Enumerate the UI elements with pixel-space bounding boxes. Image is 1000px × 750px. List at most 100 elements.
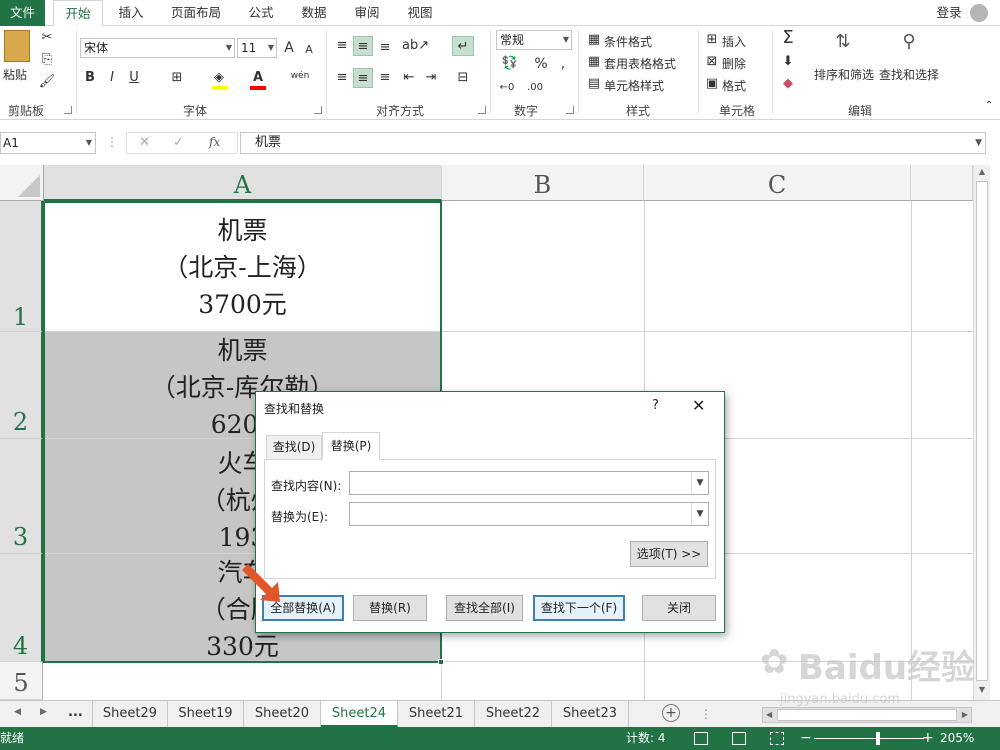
borders-icon[interactable]: ⊞: [168, 68, 186, 88]
align-left-icon[interactable]: ≡: [333, 68, 351, 88]
chevron-down-icon[interactable]: ▼: [691, 503, 708, 525]
find-next-button[interactable]: 查找下一个(F): [533, 595, 625, 621]
row-header-5[interactable]: 5: [0, 662, 43, 700]
sheet-tab[interactable]: Sheet21: [398, 701, 475, 727]
underline-button[interactable]: U: [126, 68, 142, 88]
align-middle-icon[interactable]: ≡: [353, 36, 373, 56]
decrease-indent-icon[interactable]: ⇤: [400, 68, 418, 88]
scroll-thumb[interactable]: [976, 181, 988, 681]
close-icon[interactable]: ✕: [692, 396, 705, 415]
number-format-combo[interactable]: 常规 ▼: [496, 30, 572, 50]
tab-page-layout[interactable]: 页面布局: [165, 0, 227, 26]
clear-icon[interactable]: ◆: [778, 74, 798, 94]
shrink-font-icon[interactable]: A: [302, 40, 316, 60]
sheet-tab[interactable]: Sheet29: [92, 701, 168, 727]
wrap-text-icon[interactable]: ↵: [452, 36, 474, 56]
collapse-ribbon-icon[interactable]: ⌃: [982, 96, 996, 116]
sheet-tab-active[interactable]: Sheet24: [321, 701, 398, 727]
font-name-combo[interactable]: 宋体 ▼: [80, 38, 235, 58]
tab-split-grip-icon[interactable]: ⋮: [700, 707, 712, 721]
alignment-launcher-icon[interactable]: [478, 106, 486, 114]
tab-review[interactable]: 审阅: [346, 0, 388, 26]
tab-formulas[interactable]: 公式: [240, 0, 282, 26]
fill-handle[interactable]: [438, 659, 444, 665]
zoom-level[interactable]: 205%: [940, 727, 974, 750]
insert-cells-button[interactable]: 插入: [722, 33, 746, 50]
tab-home[interactable]: 开始: [53, 0, 103, 27]
find-what-input[interactable]: ▼: [349, 471, 709, 495]
tab-replace[interactable]: 替换(P): [322, 432, 380, 460]
accounting-format-icon[interactable]: 💱: [496, 54, 524, 74]
options-button[interactable]: 选项(T) >>: [630, 541, 708, 567]
login-link[interactable]: 登录: [930, 0, 968, 26]
copy-icon[interactable]: ⎘: [38, 50, 56, 70]
row-header-2[interactable]: 2: [0, 332, 43, 439]
tab-insert[interactable]: 插入: [110, 0, 152, 26]
sheet-more-button[interactable]: ...: [68, 705, 83, 720]
insert-cells-icon[interactable]: ⊞: [704, 30, 720, 50]
select-all-corner[interactable]: [0, 165, 44, 201]
number-launcher-icon[interactable]: [566, 106, 574, 114]
align-top-icon[interactable]: ≡: [333, 36, 351, 56]
sheet-prev-icon[interactable]: ◀: [14, 707, 21, 717]
bold-button[interactable]: B: [82, 68, 98, 88]
insert-function-icon[interactable]: fx: [209, 135, 220, 149]
increase-indent-icon[interactable]: ⇥: [422, 68, 440, 88]
align-center-icon[interactable]: ≡: [353, 68, 373, 88]
column-header-a[interactable]: A: [44, 165, 442, 201]
font-launcher-icon[interactable]: [314, 106, 322, 114]
sheet-next-icon[interactable]: ▶: [40, 707, 47, 717]
cut-icon[interactable]: ✂: [38, 28, 56, 48]
cell-styles-button[interactable]: 单元格样式: [604, 77, 664, 94]
row-header-3[interactable]: 3: [0, 439, 43, 554]
page-break-view-icon[interactable]: [770, 732, 784, 745]
replace-button[interactable]: 替换(R): [353, 595, 427, 621]
zoom-in-icon[interactable]: +: [922, 727, 934, 750]
zoom-out-icon[interactable]: −: [800, 727, 812, 750]
column-header-b[interactable]: B: [442, 165, 644, 201]
chevron-down-icon[interactable]: ▼: [691, 472, 708, 494]
format-as-table-icon[interactable]: ▦: [586, 52, 602, 72]
column-header-d[interactable]: [911, 165, 973, 201]
column-header-c[interactable]: C: [644, 165, 911, 201]
align-right-icon[interactable]: ≡: [376, 68, 394, 88]
italic-button[interactable]: I: [104, 68, 120, 88]
format-painter-icon[interactable]: 🖌: [38, 72, 56, 92]
tab-data[interactable]: 数据: [293, 0, 335, 26]
conditional-format-icon[interactable]: ▦: [586, 30, 602, 50]
align-bottom-icon[interactable]: ≡: [376, 38, 394, 58]
orientation-icon[interactable]: ab↗: [402, 36, 429, 56]
sheet-tab[interactable]: Sheet19: [168, 701, 244, 727]
zoom-slider-thumb[interactable]: [876, 732, 880, 745]
sheet-tab[interactable]: Sheet20: [244, 701, 321, 727]
formula-input[interactable]: 机票 ▼: [240, 132, 986, 154]
clipboard-launcher-icon[interactable]: [64, 106, 72, 114]
format-as-table-button[interactable]: 套用表格格式: [604, 55, 676, 72]
close-button[interactable]: 关闭: [642, 595, 716, 621]
grow-font-icon[interactable]: A: [281, 38, 297, 58]
tab-view[interactable]: 视图: [399, 0, 441, 26]
sheet-tab[interactable]: Sheet22: [475, 701, 552, 727]
paste-label[interactable]: 粘贴: [3, 66, 27, 83]
find-select-button[interactable]: 查找和选择: [879, 66, 939, 83]
delete-cells-button[interactable]: 删除: [722, 55, 746, 72]
font-color-icon[interactable]: A: [250, 68, 266, 88]
page-layout-view-icon[interactable]: [732, 732, 746, 745]
row-header-4[interactable]: 4: [0, 554, 43, 662]
scroll-up-icon[interactable]: ▲: [976, 167, 988, 176]
sort-filter-icon[interactable]: ⇅: [826, 32, 860, 62]
row-header-1[interactable]: 1: [0, 201, 43, 332]
cell-styles-icon[interactable]: ▤: [586, 74, 602, 94]
increase-decimal-icon[interactable]: ←0: [496, 78, 518, 98]
sheet-tab[interactable]: Sheet23: [552, 701, 629, 727]
fill-color-icon[interactable]: ◈: [210, 68, 228, 88]
user-avatar-icon[interactable]: [970, 4, 988, 22]
fill-icon[interactable]: ⬇: [778, 52, 798, 72]
conditional-format-button[interactable]: 条件格式: [604, 33, 652, 50]
merge-center-icon[interactable]: ⊟: [452, 68, 474, 88]
sort-filter-button[interactable]: 排序和筛选: [814, 66, 874, 83]
format-cells-icon[interactable]: ▣: [704, 74, 720, 94]
comma-style-button[interactable]: ,: [556, 54, 570, 74]
tab-file[interactable]: 文件: [0, 0, 45, 26]
percent-style-button[interactable]: %: [532, 54, 550, 74]
